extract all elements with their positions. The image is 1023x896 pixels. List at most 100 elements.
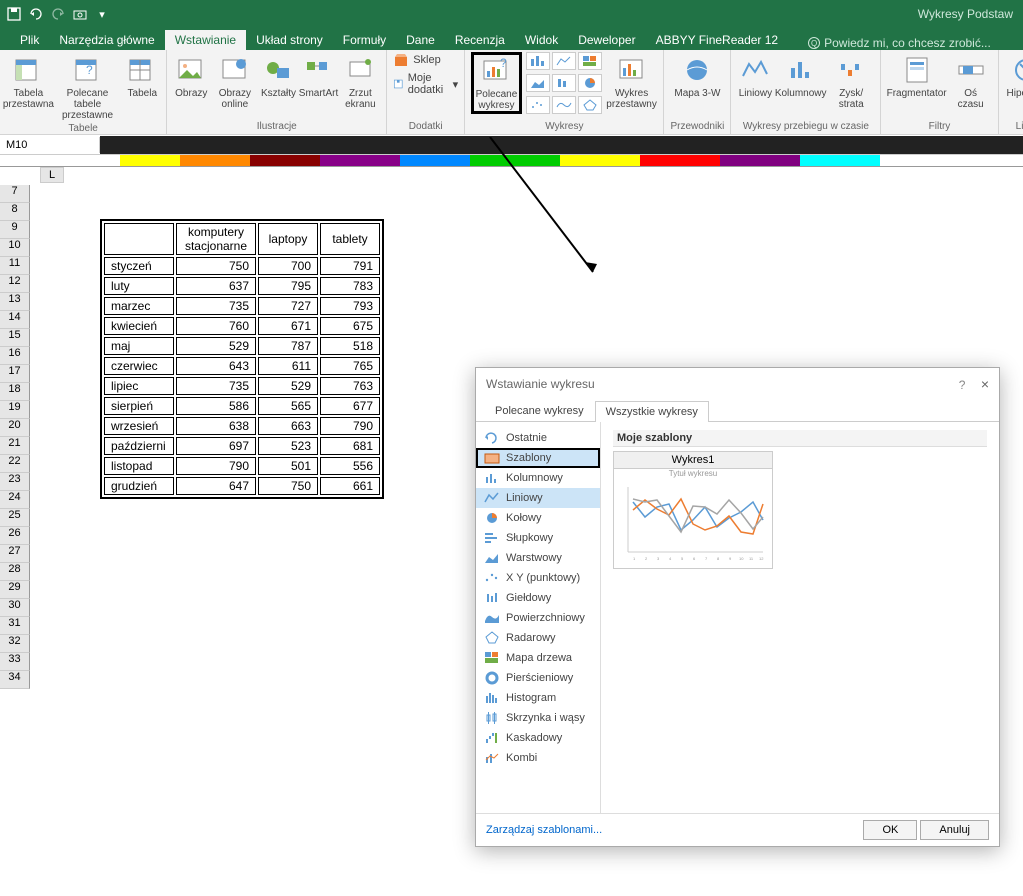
camera-icon[interactable]: [72, 6, 88, 22]
chart-type-powierzchniowy[interactable]: Powierzchniowy: [476, 608, 600, 628]
row-header[interactable]: 13: [0, 293, 30, 311]
hyperlink-button[interactable]: Hiperlink: [1005, 52, 1023, 101]
stat-chart-icon[interactable]: [552, 74, 576, 92]
col-header-L[interactable]: L: [40, 167, 64, 183]
pie-chart-icon[interactable]: [578, 74, 602, 92]
radar-chart-icon[interactable]: [578, 96, 602, 114]
tell-me[interactable]: Q Powiedz mi, co chcesz zrobić...: [808, 36, 991, 50]
tab-formulas[interactable]: Formuły: [333, 30, 396, 50]
pivot-table-button[interactable]: Tabela przestawna: [6, 52, 51, 112]
template-thumbnail[interactable]: Wykres1 Tytuł wykresu 123456789101112: [613, 451, 773, 569]
row-header[interactable]: 30: [0, 599, 30, 617]
dialog-tab-recommended[interactable]: Polecane wykresy: [484, 400, 595, 421]
name-box[interactable]: M10: [0, 137, 100, 153]
row-header[interactable]: 22: [0, 455, 30, 473]
dialog-tab-all[interactable]: Wszystkie wykresy: [595, 401, 709, 422]
sparkline-column-button[interactable]: Kolumnowy: [777, 52, 824, 101]
tab-review[interactable]: Recenzja: [445, 30, 515, 50]
chart-type-liniowy[interactable]: Liniowy: [476, 488, 600, 508]
tab-view[interactable]: Widok: [515, 30, 568, 50]
pictures-button[interactable]: Obrazy: [173, 52, 209, 101]
row-header[interactable]: 28: [0, 563, 30, 581]
row-header[interactable]: 7: [0, 185, 30, 203]
slicer-button[interactable]: Fragmentator: [887, 52, 945, 101]
row-header[interactable]: 33: [0, 653, 30, 671]
row-header[interactable]: 18: [0, 383, 30, 401]
row-header[interactable]: 12: [0, 275, 30, 293]
row-header[interactable]: 17: [0, 365, 30, 383]
row-header[interactable]: 25: [0, 509, 30, 527]
row-header[interactable]: 24: [0, 491, 30, 509]
hierarchy-chart-icon[interactable]: [578, 52, 602, 70]
screenshot-button[interactable]: Zrzut ekranu: [341, 52, 381, 112]
formula-bar[interactable]: [100, 136, 1023, 154]
row-header[interactable]: 29: [0, 581, 30, 599]
3dmap-button[interactable]: Mapa 3-W: [672, 52, 722, 101]
row-header[interactable]: 23: [0, 473, 30, 491]
chart-type-ostatnie[interactable]: Ostatnie: [476, 428, 600, 448]
tab-developer[interactable]: Deweloper: [568, 30, 645, 50]
smartart-button[interactable]: SmartArt: [301, 52, 337, 101]
row-header[interactable]: 9: [0, 221, 30, 239]
row-header[interactable]: 20: [0, 419, 30, 437]
cancel-button[interactable]: Anuluj: [920, 820, 989, 840]
row-header[interactable]: 10: [0, 239, 30, 257]
chart-type-szablony[interactable]: Szablony: [476, 448, 600, 468]
chart-type-supkowy[interactable]: Słupkowy: [476, 528, 600, 548]
recommended-pivot-button[interactable]: ?Polecane tabele przestawne: [55, 52, 120, 123]
sparkline-line-button[interactable]: Liniowy: [737, 52, 773, 101]
chart-type-radarowy[interactable]: Radarowy: [476, 628, 600, 648]
row-header[interactable]: 32: [0, 635, 30, 653]
tab-file[interactable]: Plik: [10, 30, 49, 50]
chart-type-skrzynkaiwsy[interactable]: Skrzynka i wąsy: [476, 708, 600, 728]
row-header[interactable]: 34: [0, 671, 30, 689]
row-header[interactable]: 27: [0, 545, 30, 563]
redo-icon[interactable]: [50, 6, 66, 22]
store-button[interactable]: Sklep: [393, 52, 441, 68]
online-pictures-button[interactable]: Obrazy online: [213, 52, 256, 112]
chart-type-kaskadowy[interactable]: Kaskadowy: [476, 728, 600, 748]
tab-home[interactable]: Narzędzia główne: [49, 30, 164, 50]
chart-type-giedowy[interactable]: Giełdowy: [476, 588, 600, 608]
chart-gallery[interactable]: [526, 52, 602, 116]
row-header[interactable]: 15: [0, 329, 30, 347]
row-header[interactable]: 21: [0, 437, 30, 455]
chart-type-warstwowy[interactable]: Warstwowy: [476, 548, 600, 568]
chart-type-piercieniowy[interactable]: Pierścieniowy: [476, 668, 600, 688]
qat-dropdown-icon[interactable]: ▾: [94, 6, 110, 22]
row-header[interactable]: 8: [0, 203, 30, 221]
scatter-chart-icon[interactable]: [526, 96, 550, 114]
row-header[interactable]: 11: [0, 257, 30, 275]
ok-button[interactable]: OK: [863, 820, 917, 840]
table-button[interactable]: Tabela: [124, 52, 160, 101]
tab-data[interactable]: Dane: [396, 30, 445, 50]
shapes-button[interactable]: Kształty: [261, 52, 297, 101]
pivot-chart-button[interactable]: Wykres przestawny: [606, 52, 658, 112]
line-chart-icon[interactable]: [552, 52, 576, 70]
dialog-close-icon[interactable]: ×: [981, 376, 989, 392]
dialog-help-icon[interactable]: ?: [959, 378, 966, 392]
surface-chart-icon[interactable]: [552, 96, 576, 114]
sparkline-winloss-button[interactable]: Zysk/ strata: [828, 52, 875, 112]
row-header[interactable]: 19: [0, 401, 30, 419]
row-header[interactable]: 31: [0, 617, 30, 635]
tab-abbyy[interactable]: ABBYY FineReader 12: [646, 30, 789, 50]
row-header[interactable]: 26: [0, 527, 30, 545]
chart-type-mapadrzewa[interactable]: Mapa drzewa: [476, 648, 600, 668]
save-icon[interactable]: [6, 6, 22, 22]
manage-templates-button[interactable]: Zarządzaj szablonami...: [486, 824, 602, 836]
timeline-button[interactable]: Oś czasu: [950, 52, 992, 112]
chart-type-xypunktowy[interactable]: X Y (punktowy): [476, 568, 600, 588]
chart-type-kolumnowy[interactable]: Kolumnowy: [476, 468, 600, 488]
chart-type-koowy[interactable]: Kołowy: [476, 508, 600, 528]
tab-insert[interactable]: Wstawianie: [165, 30, 246, 50]
recommended-charts-button[interactable]: ?Polecane wykresy: [471, 52, 521, 114]
area-chart-icon[interactable]: [526, 74, 550, 92]
tab-pagelayout[interactable]: Układ strony: [246, 30, 333, 50]
chart-type-kombi[interactable]: Kombi: [476, 748, 600, 768]
chart-type-histogram[interactable]: Histogram: [476, 688, 600, 708]
column-chart-icon[interactable]: [526, 52, 550, 70]
undo-icon[interactable]: [28, 6, 44, 22]
row-header[interactable]: 14: [0, 311, 30, 329]
my-addins-button[interactable]: Moje dodatki ▾: [393, 72, 458, 96]
